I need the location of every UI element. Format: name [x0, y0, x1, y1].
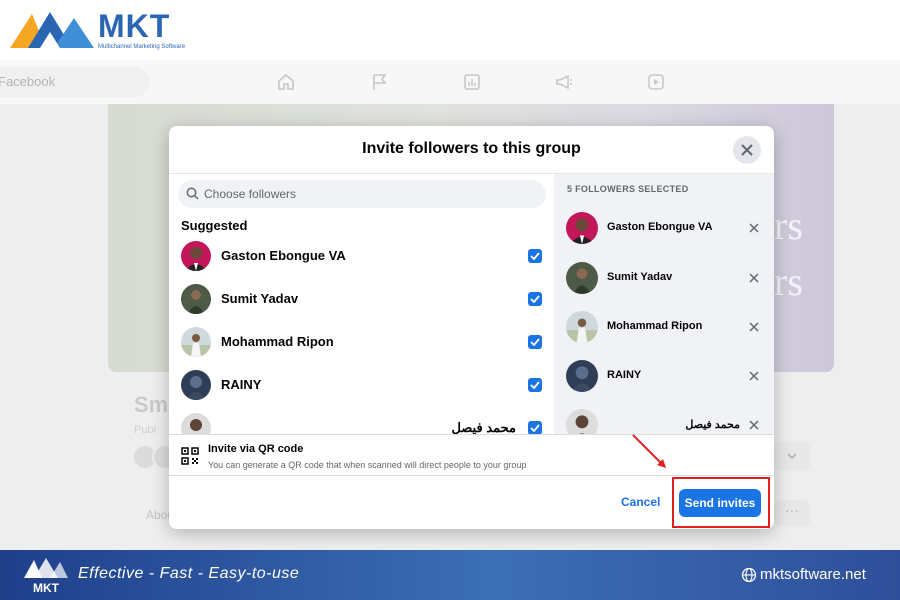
selected-name: Sumit Yadav	[607, 271, 673, 283]
globe-icon	[741, 567, 757, 583]
search-input[interactable]	[204, 180, 534, 208]
followers-list-pane: Suggested Gaston Ebongue VA Sumit Yadav …	[169, 174, 554, 434]
follower-row[interactable]: Sumit Yadav	[169, 281, 554, 321]
selected-item: Sumit Yadav	[554, 260, 774, 300]
footer-tagline: Effective - Fast - Easy-to-use	[78, 565, 300, 582]
search-icon	[186, 187, 199, 200]
avatar	[566, 262, 598, 294]
footer-banner: MKT Effective - Fast - Easy-to-use mktso…	[0, 550, 900, 600]
avatar	[566, 311, 598, 343]
selected-item: محمد فيصل	[554, 407, 774, 434]
brand-tagline: Multichannel Marketing Software	[98, 44, 186, 50]
follower-name: Gaston Ebongue VA	[221, 248, 346, 263]
selected-item: RAINY	[554, 358, 774, 398]
remove-icon[interactable]	[748, 321, 760, 333]
checkmark-icon	[530, 252, 540, 260]
mkt-logo-icon: MKT	[24, 558, 68, 595]
follower-row[interactable]: محمد فيصل	[169, 410, 554, 434]
remove-icon[interactable]	[748, 370, 760, 382]
checkmark-icon	[530, 295, 540, 303]
remove-icon[interactable]	[748, 272, 760, 284]
avatar	[181, 413, 211, 434]
checkmark-icon	[530, 338, 540, 346]
follower-checkbox[interactable]	[528, 378, 542, 392]
selected-name: Mohammad Ripon	[607, 320, 703, 332]
footer-website[interactable]: mktsoftware.net	[760, 566, 866, 583]
cancel-button[interactable]: Cancel	[621, 495, 660, 509]
checkmark-icon	[530, 381, 540, 389]
brand-name: MKT	[98, 8, 171, 44]
follower-checkbox[interactable]	[528, 292, 542, 306]
avatar	[181, 327, 211, 357]
arrow-annotation-icon	[632, 434, 666, 468]
selected-name: Gaston Ebongue VA	[607, 221, 713, 233]
qr-title: Invite via QR code	[208, 443, 304, 455]
follower-checkbox[interactable]	[528, 421, 542, 434]
remove-icon[interactable]	[748, 419, 760, 431]
follower-name: محمد فيصل	[451, 420, 516, 434]
suggested-heading: Suggested	[181, 218, 248, 233]
avatar	[566, 212, 598, 244]
avatar	[181, 370, 211, 400]
follower-row[interactable]: Mohammad Ripon	[169, 324, 554, 364]
mkt-logo-icon	[10, 12, 94, 48]
selected-name: محمد فيصل	[685, 419, 740, 431]
selected-item: Mohammad Ripon	[554, 309, 774, 349]
selected-followers-pane: 5 FOLLOWERS SELECTED Gaston Ebongue VA S…	[554, 174, 774, 434]
follower-checkbox[interactable]	[528, 335, 542, 349]
search-box	[178, 180, 546, 208]
qr-description: You can generate a QR code that when sca…	[208, 460, 527, 470]
close-icon	[741, 144, 753, 156]
svg-text:MKT: MKT	[33, 581, 60, 595]
remove-icon[interactable]	[748, 222, 760, 234]
invite-dialog: Invite followers to this group Suggested…	[169, 126, 774, 529]
qr-invite-option[interactable]: Invite via QR code You can generate a QR…	[169, 434, 774, 476]
avatar	[566, 360, 598, 392]
selected-count-heading: 5 FOLLOWERS SELECTED	[567, 184, 689, 194]
dialog-title: Invite followers to this group	[362, 140, 581, 157]
follower-checkbox[interactable]	[528, 249, 542, 263]
avatar	[181, 241, 211, 271]
highlight-annotation	[672, 477, 770, 528]
avatar	[181, 284, 211, 314]
selected-name: RAINY	[607, 369, 642, 381]
qr-code-icon	[181, 447, 199, 465]
avatar	[566, 409, 598, 434]
follower-name: Mohammad Ripon	[221, 334, 334, 349]
selected-item: Gaston Ebongue VA	[554, 210, 774, 250]
follower-name: RAINY	[221, 377, 262, 392]
close-button[interactable]	[733, 136, 761, 164]
follower-row[interactable]: Gaston Ebongue VA	[169, 238, 554, 278]
brand-header: MKT Multichannel Marketing Software	[0, 0, 900, 60]
checkmark-icon	[530, 424, 540, 432]
follower-name: Sumit Yadav	[221, 291, 299, 306]
follower-row[interactable]: RAINY	[169, 367, 554, 407]
dialog-header: Invite followers to this group	[169, 126, 774, 174]
